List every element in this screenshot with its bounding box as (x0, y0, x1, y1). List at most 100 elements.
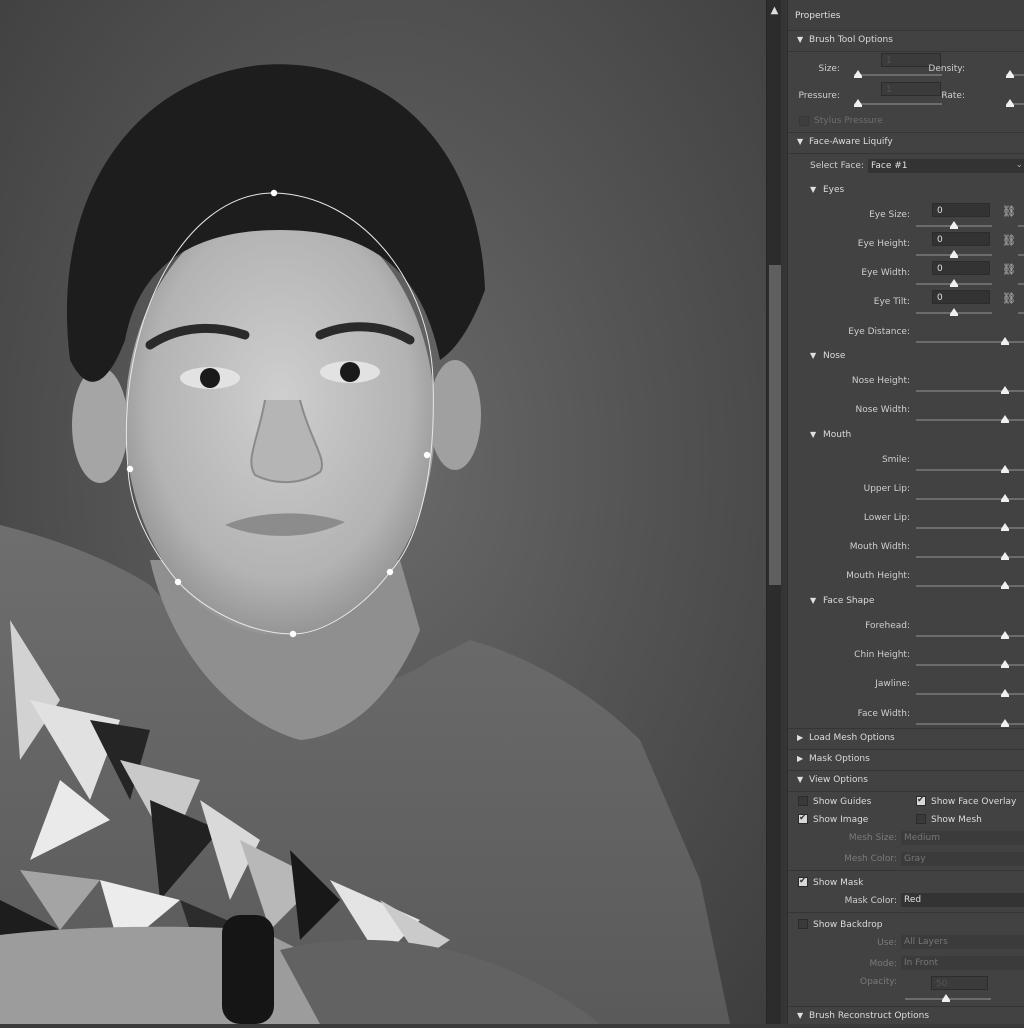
opacity-slider-thumb[interactable] (942, 994, 950, 1002)
divider (788, 912, 1024, 913)
subsection-title: Nose (823, 351, 846, 361)
show-backdrop-label: Show Backdrop (813, 920, 883, 930)
panel-header: Properties (788, 0, 1024, 31)
mouth-width-label: Mouth Width: (849, 542, 910, 552)
eye-width-right-slider[interactable] (1018, 283, 1024, 285)
divider (788, 870, 1024, 871)
mask-color-dropdown[interactable]: Red (901, 893, 1024, 907)
link-icon[interactable]: ⛓ (1002, 205, 1016, 218)
upper-lip-slider-thumb[interactable] (1001, 494, 1009, 502)
eye-tilt-right-slider[interactable] (1018, 312, 1024, 314)
section-brush-reconstruct-options[interactable]: ▼ Brush Reconstruct Options (788, 1006, 1024, 1028)
overlay-handle-top (270, 189, 278, 197)
eye-height-slider-thumb[interactable] (950, 250, 958, 258)
stylus-pressure-checkbox[interactable] (799, 116, 809, 126)
lower-lip-slider-thumb[interactable] (1001, 523, 1009, 531)
eye-height-label: Eye Height: (857, 239, 910, 249)
eye-width-slider-thumb[interactable] (950, 279, 958, 287)
mouth-height-slider-thumb[interactable] (1001, 581, 1009, 589)
properties-panel: Properties ▼ Brush Tool Options Size: 1 … (787, 0, 1024, 1028)
link-icon[interactable]: ⛓ (1002, 263, 1016, 276)
subsection-title: Eyes (823, 185, 845, 195)
show-mask-label: Show Mask (813, 878, 864, 888)
select-face-dropdown[interactable]: Face #1 ⌄ (868, 159, 1024, 173)
expanded-icon: ▼ (797, 1011, 804, 1020)
mesh-color-dropdown[interactable]: Gray (901, 852, 1024, 866)
face-width-slider-thumb[interactable] (1001, 719, 1009, 727)
canvas-scrollbar[interactable]: ▲ (766, 0, 782, 1024)
density-slider-thumb[interactable] (1006, 70, 1014, 78)
eye-size-right-slider[interactable] (1018, 225, 1024, 227)
eye-size-input[interactable]: 0 (932, 203, 990, 217)
smile-label: Smile: (881, 455, 910, 465)
overlay-handle-left (126, 465, 134, 473)
show-face-overlay-checkbox[interactable] (916, 795, 926, 806)
eye-width-input[interactable]: 0 (932, 261, 990, 275)
section-title: Brush Tool Options (809, 35, 893, 45)
pressure-slider[interactable] (854, 103, 942, 105)
section-face-aware-liquify[interactable]: ▼ Face-Aware Liquify (788, 132, 1024, 154)
expanded-icon: ▼ (810, 185, 817, 194)
show-guides-label: Show Guides (813, 797, 872, 807)
size-slider[interactable] (854, 74, 942, 76)
rate-slider-thumb[interactable] (1006, 99, 1014, 107)
show-image-checkbox[interactable] (798, 813, 808, 824)
eye-tilt-input[interactable]: 0 (932, 290, 990, 304)
eye-size-slider-thumb[interactable] (950, 221, 958, 229)
face-width-label: Face Width: (857, 709, 910, 719)
mode-label: Mode: (869, 959, 897, 969)
image-canvas[interactable] (0, 0, 766, 1024)
eye-size-label: Eye Size: (869, 210, 910, 220)
section-load-mesh-options[interactable]: ▶ Load Mesh Options (788, 728, 1024, 750)
link-icon[interactable]: ⛓ (1002, 234, 1016, 247)
expanded-icon: ▼ (810, 351, 817, 360)
eye-height-right-slider[interactable] (1018, 254, 1024, 256)
upper-lip-label: Upper Lip: (863, 484, 910, 494)
nose-width-label: Nose Width: (855, 405, 910, 415)
chin-height-slider-thumb[interactable] (1001, 660, 1009, 668)
show-mask-checkbox[interactable] (798, 876, 808, 887)
show-backdrop-checkbox[interactable] (798, 919, 808, 929)
smile-slider-thumb[interactable] (1001, 465, 1009, 473)
section-title: Brush Reconstruct Options (809, 1011, 930, 1021)
density-label: Density: (928, 64, 965, 74)
eye-distance-label: Eye Distance: (848, 327, 910, 337)
scroll-up-icon[interactable]: ▲ (767, 4, 782, 18)
section-view-options[interactable]: ▼ View Options (788, 770, 1024, 792)
forehead-slider-thumb[interactable] (1001, 631, 1009, 639)
eye-distance-slider-thumb[interactable] (1001, 337, 1009, 345)
chin-height-label: Chin Height: (854, 650, 910, 660)
mesh-color-label: Mesh Color: (844, 854, 897, 864)
subsection-title: Face Shape (823, 596, 875, 606)
nose-height-slider-thumb[interactable] (1001, 386, 1009, 394)
subsection-title: Mouth (823, 430, 852, 440)
nose-width-slider-thumb[interactable] (1001, 415, 1009, 423)
show-mesh-checkbox[interactable] (916, 814, 926, 824)
use-dropdown[interactable]: All Layers (901, 935, 1024, 949)
photo (0, 64, 730, 1024)
show-guides-checkbox[interactable] (798, 796, 808, 806)
scroll-thumb[interactable] (769, 265, 781, 585)
opacity-label: Opacity: (860, 977, 897, 987)
panel-title: Properties (795, 11, 841, 21)
forehead-label: Forehead: (865, 621, 910, 631)
eye-height-input[interactable]: 0 (932, 232, 990, 246)
nose-height-label: Nose Height: (851, 376, 910, 386)
select-face-label: Select Face: (809, 161, 864, 171)
opacity-input[interactable]: 50 (931, 976, 988, 990)
show-face-overlay-label: Show Face Overlay (931, 797, 1017, 807)
overlay-handle-lower-right (386, 568, 394, 576)
expanded-icon: ▼ (797, 137, 804, 146)
arm (0, 926, 330, 1024)
jawline-slider-thumb[interactable] (1001, 689, 1009, 697)
lower-lip-label: Lower Lip: (863, 513, 910, 523)
section-mask-options[interactable]: ▶ Mask Options (788, 749, 1024, 771)
section-brush-tool-options[interactable]: ▼ Brush Tool Options (788, 30, 1024, 52)
mode-dropdown[interactable]: In Front (901, 956, 1024, 970)
mesh-size-dropdown[interactable]: Medium (901, 831, 1024, 845)
mouth-width-slider-thumb[interactable] (1001, 552, 1009, 560)
eye-tilt-slider-thumb[interactable] (950, 308, 958, 316)
wristband (222, 915, 274, 1024)
link-icon[interactable]: ⛓ (1002, 292, 1016, 305)
section-title: Mask Options (809, 754, 870, 764)
